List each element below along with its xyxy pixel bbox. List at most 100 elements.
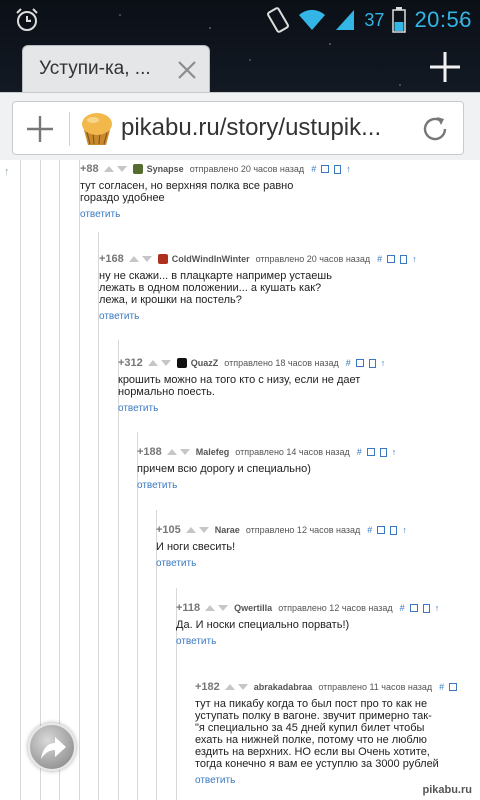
avatar — [176, 358, 187, 368]
permalink-icon[interactable]: # — [346, 358, 351, 368]
vote-down-icon[interactable] — [160, 360, 171, 366]
comment-author[interactable]: QuazZ — [191, 358, 219, 368]
vote-up-icon[interactable] — [147, 360, 158, 366]
plus-icon[interactable] — [25, 114, 55, 144]
parent-arrow-icon[interactable]: ↑ — [402, 525, 407, 535]
comment-line: лежать в одном положении... а кушать как… — [99, 282, 322, 294]
vote-up-icon[interactable] — [166, 449, 177, 455]
thread-line — [20, 160, 21, 800]
comment-rating: +118 — [176, 602, 201, 614]
reply-link[interactable]: ответить — [118, 403, 158, 414]
comment-author[interactable]: ColdWindInWinter — [172, 254, 250, 264]
collapse-box-icon[interactable] — [321, 165, 330, 173]
thread-line — [59, 160, 60, 800]
comment: +188 Malefeg отправлено 14 часов назад #… — [137, 445, 396, 493]
parent-arrow-icon[interactable]: ↑ — [435, 603, 440, 613]
permalink-icon[interactable]: # — [439, 682, 444, 692]
save-icon[interactable] — [400, 254, 408, 264]
comment-text: тут на пикабу когда то был пост про то к… — [195, 698, 457, 770]
comment: +168 ColdWindInWinter отправлено 20 часо… — [99, 252, 417, 324]
comment: +105 Narae отправлено 12 часов назад # ↑… — [156, 523, 407, 571]
browser-tab[interactable]: Уступи-ка, ... — [22, 45, 210, 93]
permalink-icon[interactable]: # — [357, 447, 362, 457]
close-icon[interactable] — [175, 58, 199, 82]
reply-link[interactable]: ответить — [195, 775, 235, 786]
comment-meta: +118 Qwertilla отправлено 12 часов назад… — [176, 601, 439, 615]
comment: +88 Synapse отправлено 20 часов назад # … — [80, 162, 351, 222]
parent-arrow-icon[interactable]: ↑ — [381, 358, 386, 368]
battery-icon — [392, 7, 407, 33]
vote-up-icon[interactable] — [185, 527, 196, 533]
comment-tools: # ↑ — [367, 525, 407, 535]
collapse-box-icon[interactable] — [366, 448, 375, 456]
permalink-icon[interactable]: # — [377, 254, 382, 264]
vote-down-icon[interactable] — [237, 684, 248, 690]
comment-author[interactable]: Narae — [215, 525, 240, 535]
vote-down-icon[interactable] — [198, 527, 209, 533]
comment-line: нормально поесть. — [118, 386, 215, 398]
collapse-box-icon[interactable] — [409, 604, 418, 612]
save-icon[interactable] — [390, 525, 398, 535]
save-icon[interactable] — [379, 447, 387, 457]
save-icon[interactable] — [368, 358, 376, 368]
comment-line: ехать на нижней полке, потому что не люб… — [195, 734, 427, 746]
comment-rating: +312 — [118, 357, 143, 369]
comment-text: крошить можно на того кто с низу, если н… — [118, 374, 385, 398]
comment-timestamp: отправлено 12 часов назад — [278, 603, 393, 613]
collapse-box-icon[interactable] — [449, 683, 458, 691]
rotation-icon — [267, 7, 290, 33]
vote-down-icon[interactable] — [116, 166, 127, 172]
collapse-box-icon[interactable] — [355, 359, 364, 367]
vote-down-icon[interactable] — [218, 605, 229, 611]
comment-line: ну не скажи... в плацкарте например уста… — [99, 270, 332, 282]
reply-link[interactable]: ответить — [99, 311, 139, 322]
collapse-box-icon[interactable] — [387, 255, 396, 263]
divider — [69, 112, 70, 146]
comment-line: "я специально за 45 дней купил билет что… — [195, 722, 425, 734]
vote-down-icon[interactable] — [179, 449, 190, 455]
comment-tools: # ↑ — [311, 164, 351, 174]
parent-arrow-icon[interactable]: ↑ — [392, 447, 397, 457]
reply-link[interactable]: ответить — [156, 558, 196, 569]
vote-up-icon[interactable] — [128, 256, 139, 262]
comment-timestamp: отправлено 20 часов назад — [255, 254, 371, 264]
pikabu-favicon-icon — [82, 113, 112, 145]
new-tab-button[interactable] — [428, 50, 462, 84]
share-button[interactable] — [28, 723, 76, 771]
vote-down-icon[interactable] — [141, 256, 152, 262]
comment-author[interactable]: Malefeg — [196, 447, 230, 457]
address-bar[interactable]: pikabu.ru/story/ustupik... — [12, 101, 464, 155]
comment-line: причем всю дорогу и специально) — [137, 463, 311, 475]
comment-line: крошить можно на того кто с низу, если н… — [118, 374, 361, 386]
comment-author[interactable]: abrakadabraa — [254, 682, 313, 692]
comment-line: тут согласен, но верхняя полка все равно — [80, 180, 294, 192]
vote-up-icon[interactable] — [205, 605, 216, 611]
comment: +312 QuazZ отправлено 18 часов назад # ↑… — [118, 356, 385, 416]
comment-line: ездить на верхних. НО если вы Очень хоти… — [195, 746, 430, 758]
save-icon[interactable] — [422, 603, 430, 613]
comment-rating: +188 — [137, 446, 162, 458]
vote-up-icon[interactable] — [103, 166, 114, 172]
parent-arrow-icon[interactable]: ↑ — [412, 254, 417, 264]
reply-link[interactable]: ответить — [176, 636, 216, 647]
thread-line — [79, 160, 80, 800]
comment-line: гораздо удобнее — [80, 192, 165, 204]
comment-author[interactable]: Qwertilla — [234, 603, 272, 613]
collapse-thread-icon[interactable]: ↑ — [4, 166, 10, 178]
comments-area: ↑ +88 Synapse отправлено 20 часов назад … — [0, 160, 480, 800]
reply-link[interactable]: ответить — [137, 480, 177, 491]
alarm-icon — [16, 8, 38, 31]
reload-icon[interactable] — [419, 113, 451, 145]
comment-author[interactable]: Synapse — [147, 164, 184, 174]
comment-line: Да. И носки специально порвать!) — [176, 619, 350, 631]
collapse-box-icon[interactable] — [377, 526, 386, 534]
reply-link[interactable]: ответить — [80, 209, 120, 220]
parent-arrow-icon[interactable]: ↑ — [346, 164, 351, 174]
permalink-icon[interactable]: # — [311, 164, 316, 174]
vote-up-icon[interactable] — [224, 684, 235, 690]
permalink-icon[interactable]: # — [367, 525, 372, 535]
permalink-icon[interactable]: # — [400, 603, 405, 613]
save-icon[interactable] — [334, 164, 342, 174]
url-toolbar: pikabu.ru/story/ustupik... — [0, 92, 480, 160]
comment-timestamp: отправлено 12 часов назад — [245, 525, 361, 535]
